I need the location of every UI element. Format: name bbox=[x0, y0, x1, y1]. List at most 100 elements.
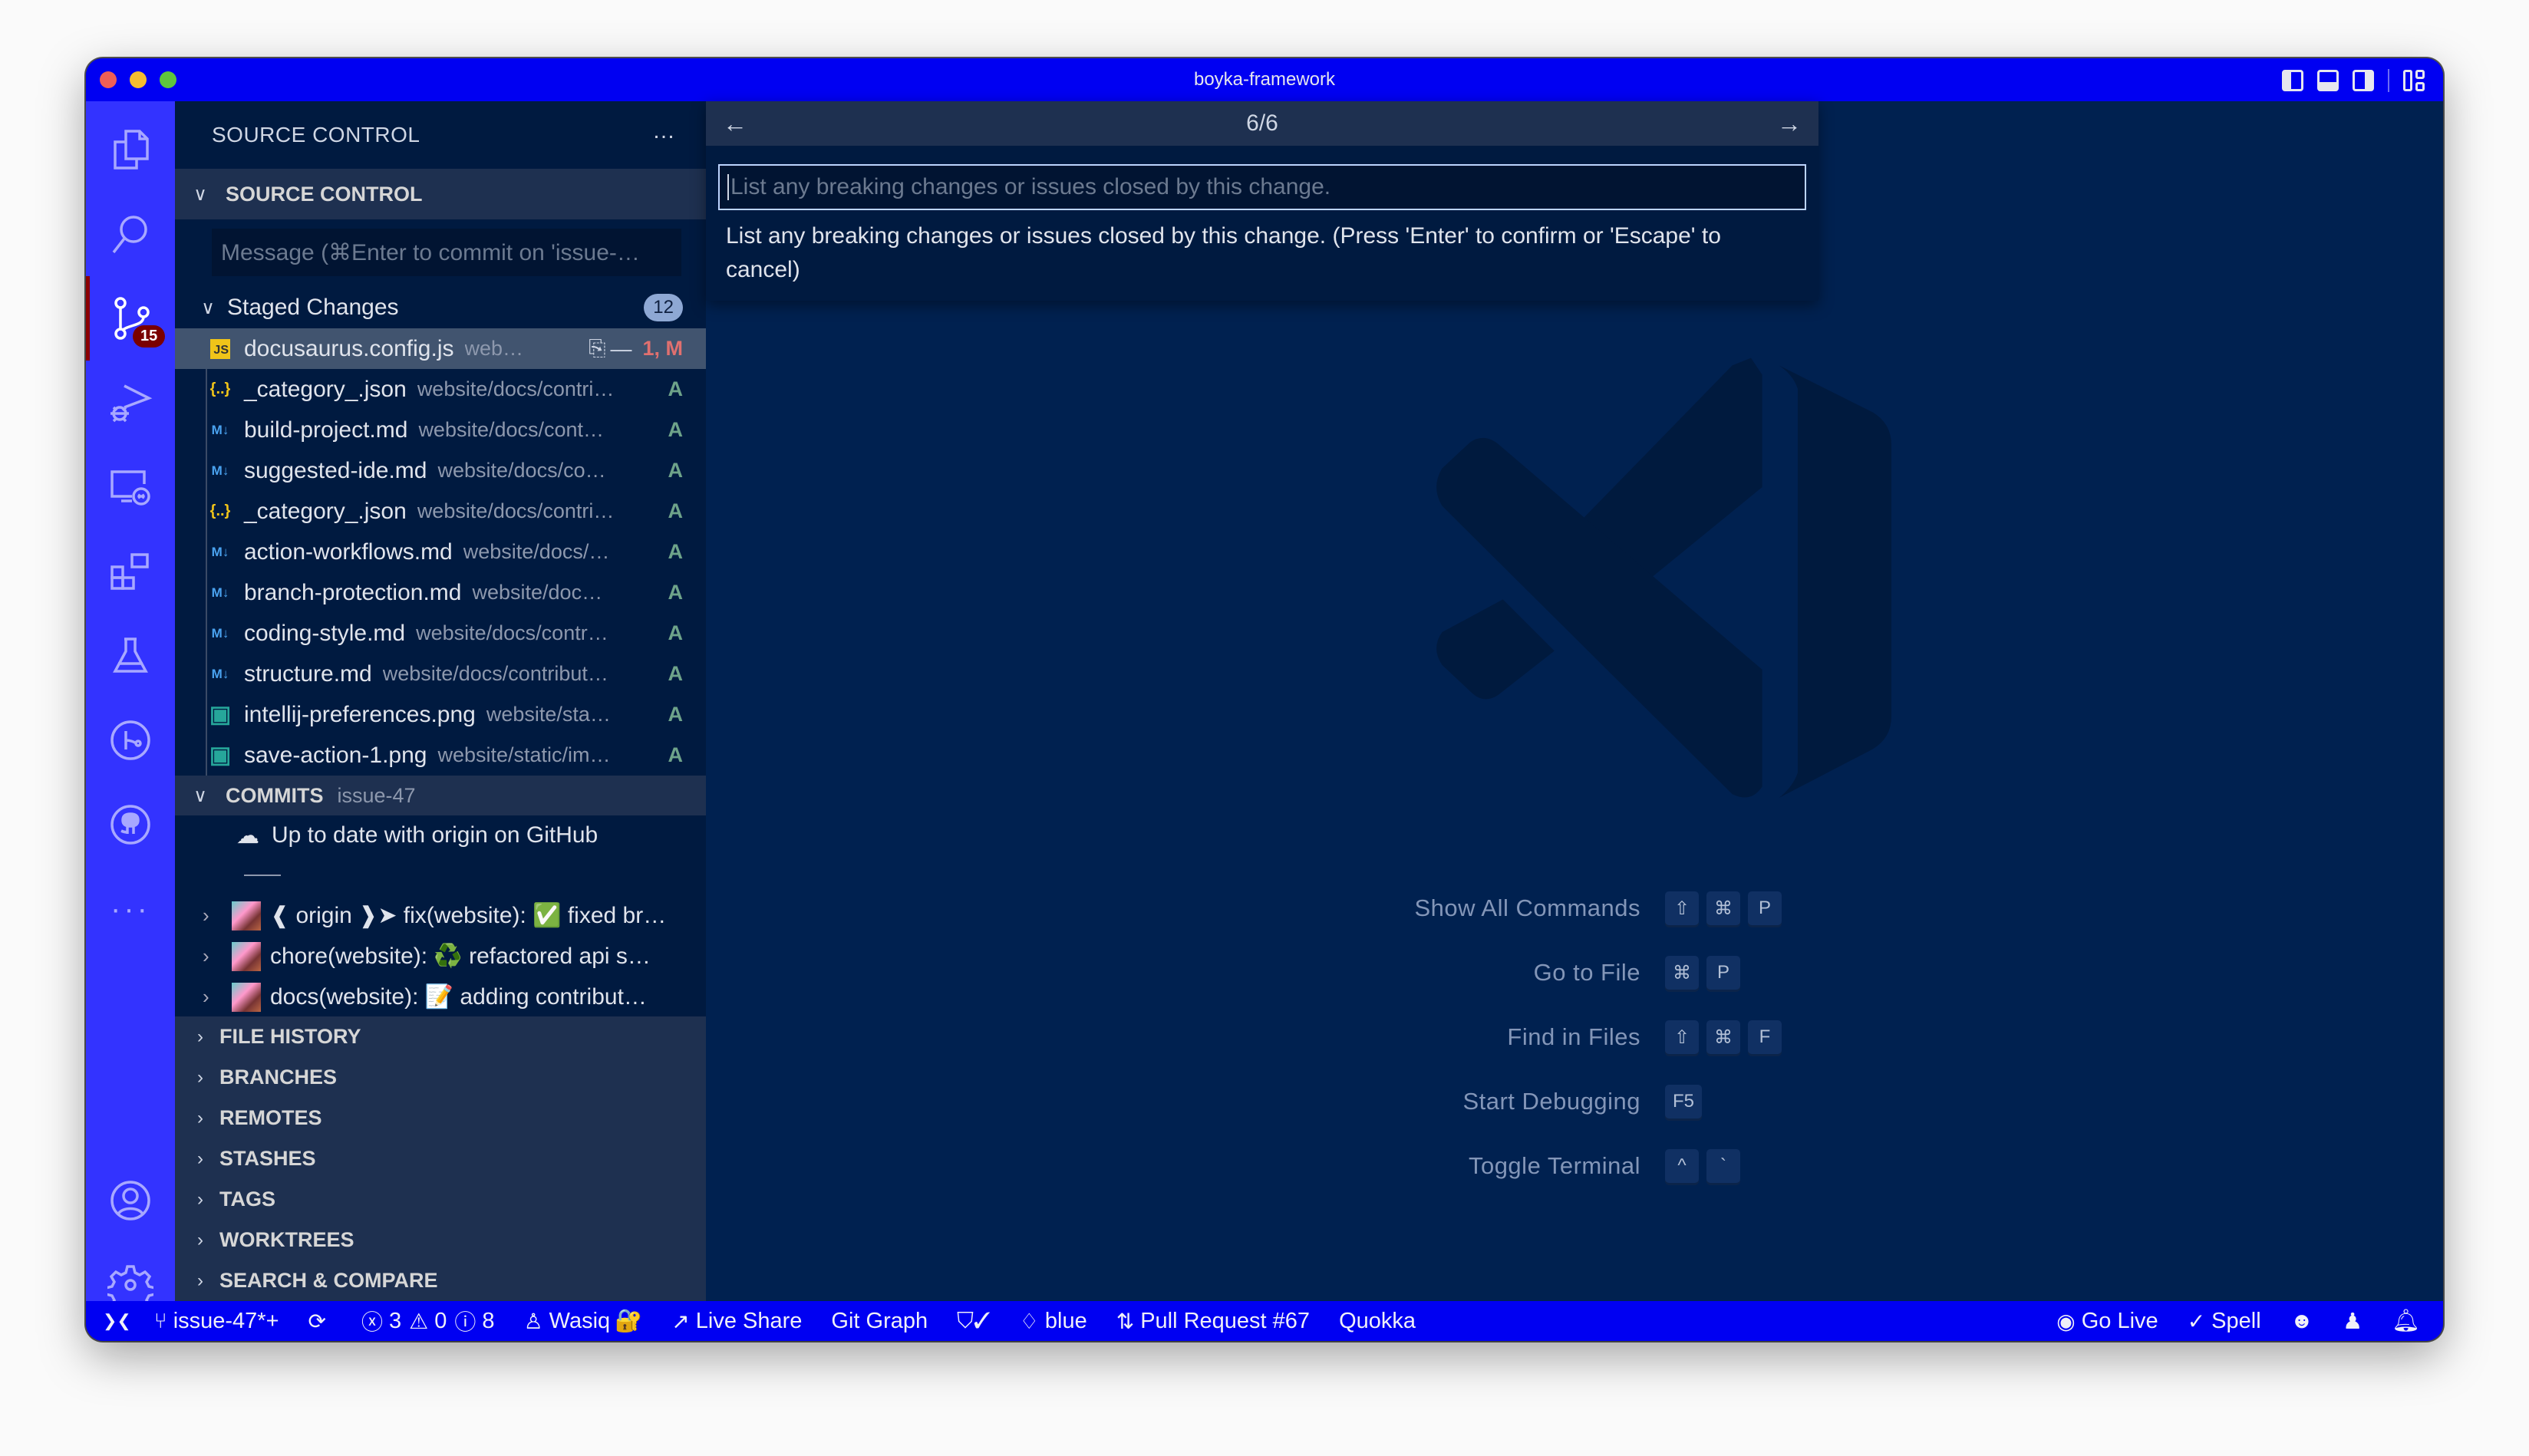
copilot-button[interactable]: ☻ bbox=[2290, 1309, 2314, 1334]
markdown-file-icon: M↓ bbox=[211, 625, 229, 641]
staged-file-item[interactable]: M↓ action-workflows.md website/docs/… A bbox=[175, 532, 706, 572]
activity-run-debug[interactable] bbox=[86, 361, 175, 445]
collapsed-section-header[interactable]: › SEARCH & COMPARE bbox=[175, 1260, 706, 1301]
activity-explorer[interactable] bbox=[86, 107, 175, 192]
toggle-panel-icon[interactable] bbox=[2317, 70, 2339, 91]
staged-file-item[interactable]: {..} _category_.json website/docs/contri… A bbox=[175, 491, 706, 532]
feedback-button[interactable]: ♟ bbox=[2343, 1308, 2362, 1335]
problems-indicator[interactable]: ⓧ 3 ⚠ 0 ⓘ 8 bbox=[361, 1306, 495, 1336]
key-cap: P bbox=[1748, 891, 1782, 925]
shortcut-row[interactable]: Show All Commands ⇧ ⌘ P bbox=[1320, 876, 2010, 940]
commit-item[interactable]: › ❰ origin ❱➤ fix(website): ✅ fixed br… bbox=[175, 895, 706, 936]
activity-extensions[interactable] bbox=[86, 529, 175, 614]
file-status: A bbox=[668, 743, 684, 766]
quick-input-field[interactable]: List any breaking changes or issues clos… bbox=[718, 164, 1806, 210]
user-indicator[interactable]: ♙ Wasiq 🔐 bbox=[524, 1308, 643, 1334]
forward-arrow-icon[interactable]: → bbox=[1777, 110, 1802, 138]
collapsed-section-header[interactable]: › REMOTES bbox=[175, 1098, 706, 1138]
javascript-file-icon: JS bbox=[210, 338, 230, 359]
section-title: STASHES bbox=[219, 1147, 316, 1170]
live-share-button[interactable]: ↗ Live Share bbox=[671, 1309, 802, 1334]
collapsed-section-header[interactable]: › STASHES bbox=[175, 1138, 706, 1179]
staged-file-item[interactable]: JS docusaurus.config.js web… ⎘ — 1, M bbox=[175, 328, 706, 369]
activity-gitlens[interactable] bbox=[86, 698, 175, 782]
pull-request-button[interactable]: ⇅ Pull Request #67 bbox=[1116, 1309, 1310, 1334]
activity-search[interactable] bbox=[86, 192, 175, 276]
source-control-section-header[interactable]: ∨ SOURCE CONTROL bbox=[175, 169, 706, 219]
git-graph-button[interactable]: Git Graph bbox=[831, 1309, 928, 1334]
staged-file-item[interactable]: M↓ branch-protection.md website/doc… A bbox=[175, 572, 706, 613]
staged-file-item[interactable]: ▣ intellij-preferences.png website/sta… A bbox=[175, 694, 706, 735]
toggle-secondary-sidebar-icon[interactable] bbox=[2353, 70, 2374, 91]
activity-remote-explorer[interactable] bbox=[86, 445, 175, 529]
shortcut-row[interactable]: Find in Files ⇧ ⌘ F bbox=[1320, 1005, 2010, 1069]
staged-file-item[interactable]: {..} _category_.json website/docs/contri… A bbox=[175, 369, 706, 410]
quick-input-nav: ← 6/6 → bbox=[706, 101, 1818, 146]
back-arrow-icon[interactable]: ← bbox=[723, 110, 747, 138]
more-actions-icon[interactable]: … bbox=[652, 118, 675, 144]
theme-indicator[interactable]: ♢ blue bbox=[1020, 1309, 1087, 1334]
unstage-icon[interactable]: — bbox=[610, 337, 631, 361]
file-path: website/doc… bbox=[472, 581, 603, 604]
sync-button[interactable]: ⟳ bbox=[308, 1309, 332, 1334]
minimize-window-button[interactable] bbox=[130, 71, 147, 88]
pull-request-label: Pull Request #67 bbox=[1140, 1308, 1311, 1333]
shortcut-row[interactable]: Start Debugging F5 bbox=[1320, 1069, 2010, 1134]
branch-indicator[interactable]: ⑂ issue-47*+ bbox=[154, 1309, 279, 1334]
collapsed-section-header[interactable]: › FILE HISTORY bbox=[175, 1016, 706, 1057]
staged-file-item[interactable]: M↓ structure.md website/docs/contribut… A bbox=[175, 654, 706, 694]
shortcut-row[interactable]: Toggle Terminal ^ ` bbox=[1320, 1134, 2010, 1198]
commit-message: chore(website): ♻️ refactored api s… bbox=[270, 944, 651, 969]
close-window-button[interactable] bbox=[100, 71, 117, 88]
collapsed-section-header[interactable]: › BRANCHES bbox=[175, 1057, 706, 1098]
security-indicator[interactable]: ⛉✓ bbox=[957, 1309, 991, 1334]
activity-github[interactable] bbox=[86, 782, 175, 867]
go-live-button[interactable]: ◉ Go Live bbox=[2056, 1309, 2158, 1334]
avatar bbox=[232, 901, 261, 931]
commit-item[interactable]: › chore(website): ♻️ refactored api s… bbox=[175, 936, 706, 977]
spell-button[interactable]: ✓ Spell bbox=[2188, 1309, 2261, 1334]
warning-count: 0 bbox=[434, 1308, 447, 1333]
remote-indicator[interactable]: ❯❮ bbox=[103, 1311, 131, 1331]
search-icon bbox=[112, 216, 147, 254]
sync-status-text: Up to date with origin on GitHub bbox=[272, 822, 598, 848]
window-title: boyka-framework bbox=[1193, 69, 1336, 90]
staged-file-item[interactable]: M↓ coding-style.md website/docs/contr… A bbox=[175, 613, 706, 654]
quokka-button[interactable]: Quokka bbox=[1339, 1309, 1416, 1334]
source-control-badge: 15 bbox=[133, 325, 166, 348]
key-cap: ` bbox=[1706, 1149, 1740, 1183]
collapsed-section-header[interactable]: › TAGS bbox=[175, 1179, 706, 1220]
key-cap: ⌘ bbox=[1665, 956, 1699, 990]
markdown-file-icon: M↓ bbox=[211, 463, 229, 478]
activity-more[interactable]: ··· bbox=[86, 867, 175, 951]
maximize-window-button[interactable] bbox=[160, 71, 176, 88]
vscode-logo-icon bbox=[1436, 357, 1891, 799]
file-path: website/docs/contr… bbox=[416, 621, 608, 644]
staged-file-item[interactable]: ▣ save-action-1.png website/static/im… A bbox=[175, 735, 706, 776]
notifications-button[interactable]: 🔔︎ bbox=[2392, 1308, 2420, 1334]
gitlens-icon bbox=[110, 720, 150, 760]
file-status: A bbox=[668, 540, 684, 563]
quick-input-placeholder: List any breaking changes or issues clos… bbox=[730, 174, 1331, 199]
customize-layout-icon[interactable] bbox=[2403, 70, 2425, 91]
json-file-icon: {..} bbox=[209, 380, 231, 397]
file-name: action-workflows.md bbox=[244, 539, 453, 565]
commits-branch: issue-47 bbox=[337, 783, 416, 807]
section-title: WORKTREES bbox=[219, 1228, 354, 1251]
activity-accounts[interactable] bbox=[86, 1158, 175, 1243]
chevron-right-icon: › bbox=[203, 985, 209, 1008]
file-name: docusaurus.config.js bbox=[244, 335, 454, 361]
staged-file-item[interactable]: M↓ suggested-ide.md website/docs/co… A bbox=[175, 450, 706, 491]
staged-changes-group[interactable]: ∨ Staged Changes 12 bbox=[175, 287, 706, 328]
open-file-icon[interactable]: ⎘ bbox=[589, 336, 605, 361]
activity-source-control[interactable]: 15 bbox=[86, 276, 175, 361]
commit-message-input[interactable]: Message (⌘Enter to commit on 'issue-… bbox=[212, 229, 681, 276]
collapsed-section-header[interactable]: › WORKTREES bbox=[175, 1220, 706, 1260]
commits-section-header[interactable]: ∨ COMMITS issue-47 bbox=[175, 776, 706, 815]
commit-item[interactable]: › docs(website): 📝 adding contribut… bbox=[175, 977, 706, 1012]
shortcut-row[interactable]: Go to File ⌘ P bbox=[1320, 940, 2010, 1005]
staged-file-item[interactable]: M↓ build-project.md website/docs/cont… A bbox=[175, 410, 706, 450]
activity-testing[interactable] bbox=[86, 614, 175, 698]
toggle-primary-sidebar-icon[interactable] bbox=[2282, 70, 2303, 91]
sync-status: ☁ Up to date with origin on GitHub bbox=[175, 815, 706, 855]
